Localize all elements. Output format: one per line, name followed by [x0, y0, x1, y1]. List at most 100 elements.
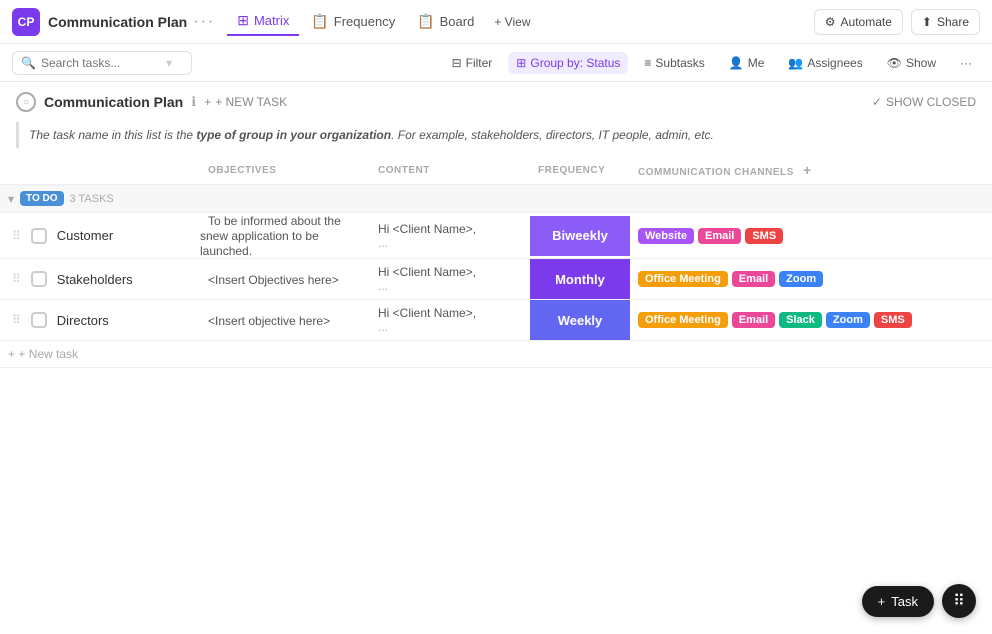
title-dots[interactable]: ··· [193, 13, 215, 31]
assignees-button[interactable]: 👥 Assignees [780, 52, 870, 74]
fab-more-button[interactable]: ⠿ [942, 584, 976, 618]
fab-task-button[interactable]: + Task [862, 586, 934, 617]
tab-frequency[interactable]: 📋 Frequency [301, 8, 405, 35]
search-icon: 🔍 [21, 56, 36, 70]
info-bold-text: type of group in your organization [196, 128, 391, 142]
new-task-cell[interactable]: + + New task [0, 341, 992, 368]
drag-handle-icon[interactable]: ⠿ [8, 272, 25, 286]
task-objectives: To be informed about the snew applicatio… [200, 214, 341, 258]
assignees-icon: 👥 [788, 56, 803, 70]
task-name[interactable]: Stakeholders [57, 272, 133, 287]
filter-icon: ⊟ [452, 56, 462, 70]
frequency-badge: Biweekly [530, 216, 630, 256]
task-content-cell-directors: Hi <Client Name>, ... [370, 300, 530, 341]
show-icon: 👁 [887, 56, 902, 70]
check-icon: ✓ [872, 95, 882, 109]
filter-button[interactable]: ⊟ Filter [444, 52, 501, 74]
task-table: OBJECTIVES CONTENT FREQUENCY COMMUNICATI… [0, 156, 992, 368]
task-frequency-cell-stakeholders[interactable]: Monthly [530, 259, 630, 300]
task-name[interactable]: Directors [57, 313, 109, 328]
subtasks-icon: ≡ [644, 56, 651, 70]
add-column-icon[interactable]: + [803, 162, 812, 178]
new-task-label: + NEW TASK [215, 95, 287, 109]
nav-tabs: ⊞ Matrix 📋 Frequency 📋 Board + View [227, 7, 538, 36]
app-icon: CP [12, 8, 40, 36]
project-info-icon[interactable]: ℹ [191, 94, 196, 110]
channel-tag-email[interactable]: Email [732, 312, 775, 328]
task-count: 3 TASKS [70, 193, 114, 205]
search-chevron-icon: ▾ [166, 56, 172, 70]
task-channels-cell-customer: Website Email SMS [630, 213, 992, 259]
show-button[interactable]: 👁 Show [879, 52, 944, 74]
channel-tag-website[interactable]: Website [638, 228, 694, 244]
channel-tag-email[interactable]: Email [732, 271, 775, 287]
drag-handle-icon[interactable]: ⠿ [8, 229, 25, 243]
share-icon: ⬆ [922, 15, 932, 29]
channel-tag-office-meeting[interactable]: Office Meeting [638, 271, 728, 287]
group-by-button[interactable]: ⊞ Group by: Status [508, 52, 628, 74]
task-frequency-cell-directors[interactable]: Weekly [530, 300, 630, 341]
task-content: Hi <Client Name>, ... [370, 222, 530, 250]
task-objectives-cell-stakeholders: <Insert Objectives here> [200, 259, 370, 300]
task-checkbox[interactable] [31, 312, 47, 328]
app-title: Communication Plan [48, 14, 187, 30]
new-task-row[interactable]: + + New task [0, 341, 992, 368]
search-input[interactable] [41, 56, 161, 70]
task-checkbox[interactable] [31, 271, 47, 287]
fab-area: + Task ⠿ [862, 584, 976, 618]
task-name-cell-customer: ⠿ Customer [0, 213, 200, 259]
tab-board[interactable]: 📋 Board [407, 8, 484, 35]
info-text-before: The task name in this list is the [29, 128, 196, 142]
task-name[interactable]: Customer [57, 228, 113, 243]
search-box[interactable]: 🔍 ▾ [12, 51, 192, 75]
col-header-channels: COMMUNICATION CHANNELS + [630, 156, 992, 185]
automate-button[interactable]: ⚙ Automate [814, 9, 903, 35]
task-channels-cell-directors: Office Meeting Email Slack Zoom SMS [630, 300, 992, 341]
channel-tag-email[interactable]: Email [698, 228, 741, 244]
col-header-objectives: OBJECTIVES [200, 156, 370, 185]
task-name-cell-stakeholders: ⠿ Stakeholders [0, 259, 200, 300]
table-row: ⠿ Directors <Insert objective here> Hi <… [0, 300, 992, 341]
new-task-text: + New task [18, 347, 78, 361]
channel-tag-zoom[interactable]: Zoom [779, 271, 823, 287]
task-frequency-cell-customer[interactable]: Biweekly [530, 213, 630, 259]
new-task-link[interactable]: + + NEW TASK [204, 95, 287, 109]
channel-tag-sms[interactable]: SMS [874, 312, 912, 328]
task-checkbox[interactable] [31, 228, 47, 244]
content-line2: ... [378, 236, 522, 250]
channel-tag-zoom[interactable]: Zoom [826, 312, 870, 328]
project-title: Communication Plan [44, 94, 183, 110]
group-toggle[interactable]: ▾ [8, 192, 14, 206]
show-closed-button[interactable]: ✓ SHOW CLOSED [872, 95, 976, 109]
channels-list: Office Meeting Email Slack Zoom SMS [630, 312, 992, 328]
more-options-button[interactable]: ··· [952, 52, 980, 74]
drag-handle-icon[interactable]: ⠿ [8, 313, 25, 327]
group-header: ▾ TO DO 3 TASKS [0, 185, 992, 213]
channels-label: COMMUNICATION CHANNELS [638, 167, 794, 178]
channel-tag-sms[interactable]: SMS [745, 228, 783, 244]
content-line1: Hi <Client Name>, [378, 265, 522, 279]
group-icon: ⊞ [516, 56, 526, 70]
board-icon: 📋 [417, 13, 434, 30]
task-content-cell-customer: Hi <Client Name>, ... [370, 213, 530, 259]
col-header-task [0, 156, 200, 185]
show-label: Show [906, 56, 936, 70]
new-task-plus: + [8, 347, 15, 361]
info-text-after: . For example, stakeholders, directors, … [391, 128, 714, 142]
channels-list: Website Email SMS [630, 228, 992, 244]
filter-label: Filter [466, 56, 493, 70]
add-view-button[interactable]: + View [486, 10, 538, 34]
subtasks-button[interactable]: ≡ Subtasks [636, 52, 712, 74]
me-button[interactable]: 👤 Me [721, 52, 773, 74]
info-banner: The task name in this list is the type o… [16, 122, 976, 148]
tab-board-label: Board [440, 14, 475, 29]
share-button[interactable]: ⬆ Share [911, 9, 980, 35]
task-objectives-cell-customer: To be informed about the snew applicatio… [200, 213, 370, 259]
tab-matrix[interactable]: ⊞ Matrix [227, 7, 299, 36]
tab-matrix-label: Matrix [254, 13, 289, 28]
nav-actions: ⚙ Automate ⬆ Share [814, 9, 980, 35]
content-line2: ... [378, 320, 522, 334]
content-line1: Hi <Client Name>, [378, 306, 522, 320]
channel-tag-office-meeting[interactable]: Office Meeting [638, 312, 728, 328]
channel-tag-slack[interactable]: Slack [779, 312, 822, 328]
